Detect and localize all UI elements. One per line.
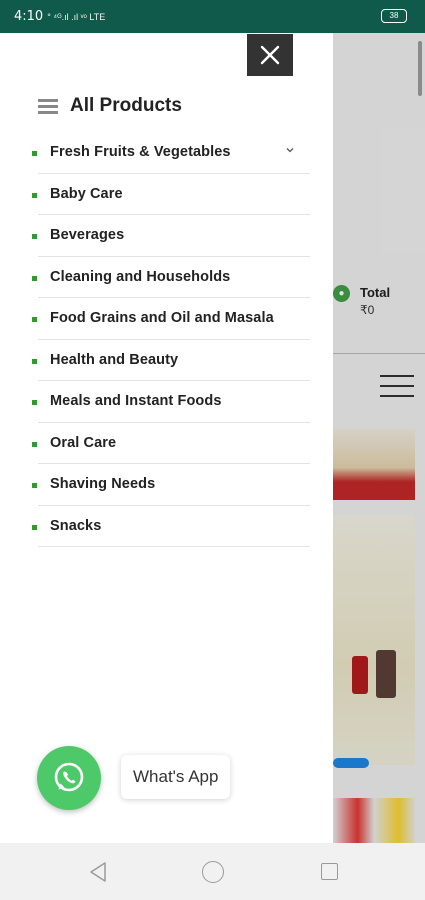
status-network-icons: ° ⁴ᴳ.ıl .ıl ᵛᵒ LTE (47, 11, 106, 22)
category-item-baby-care[interactable]: Baby Care (0, 174, 333, 215)
category-item-health-beauty[interactable]: Health and Beauty (0, 340, 333, 381)
bullet-icon (32, 151, 37, 156)
category-item-beverages[interactable]: Beverages (0, 215, 333, 257)
home-icon[interactable] (202, 861, 224, 883)
bullet-icon (32, 275, 37, 281)
category-item-cleaning-households[interactable]: Cleaning and Households (0, 257, 333, 298)
whatsapp-label[interactable]: What's App (121, 755, 231, 799)
bullet-icon (32, 192, 37, 198)
close-icon (260, 45, 280, 65)
status-time: 4:10 (14, 9, 44, 24)
hamburger-icon (38, 98, 58, 114)
category-label: Cleaning and Households (50, 268, 231, 285)
recent-apps-icon[interactable] (321, 863, 338, 880)
status-bar: 4:10 ° ⁴ᴳ.ıl .ıl ᵛᵒ LTE 38 (0, 0, 425, 33)
category-label: Baby Care (50, 185, 123, 202)
category-label: Meals and Instant Foods (50, 393, 222, 409)
category-item-snacks[interactable]: Snacks (0, 506, 333, 547)
bullet-icon (32, 441, 37, 447)
whatsapp-button[interactable] (37, 746, 101, 810)
system-navigation-bar (0, 843, 425, 900)
bullet-icon (32, 234, 37, 239)
bullet-icon (32, 358, 37, 364)
divider (38, 546, 310, 547)
back-icon[interactable] (88, 861, 108, 883)
close-button[interactable] (247, 34, 293, 76)
bullet-icon (32, 524, 37, 530)
category-item-meals-instant-foods[interactable]: Meals and Instant Foods (0, 381, 333, 423)
category-item-shaving-needs[interactable]: Shaving Needs (0, 464, 333, 506)
drawer-header: All Products (38, 95, 182, 117)
chevron-down-icon[interactable] (284, 144, 296, 156)
category-label: Snacks (50, 517, 102, 534)
category-label: Oral Care (50, 434, 117, 451)
category-label: Health and Beauty (50, 351, 179, 368)
category-item-fresh-fruits-vegetables[interactable]: Fresh Fruits & Vegetables (0, 132, 333, 174)
whatsapp-icon (54, 762, 84, 792)
category-label: Food Grains and Oil and Masala (50, 310, 274, 326)
bullet-icon (32, 317, 37, 322)
battery-icon: 38 (381, 9, 407, 23)
navigation-drawer: All Products Fresh Fruits & Vegetables B… (0, 33, 333, 843)
category-list: Fresh Fruits & Vegetables Baby Care Beve… (0, 132, 333, 547)
category-item-food-grains-oil-masala[interactable]: Food Grains and Oil and Masala (0, 298, 333, 340)
category-label: Beverages (50, 227, 125, 243)
category-item-oral-care[interactable]: Oral Care (0, 423, 333, 464)
bullet-icon (32, 400, 37, 405)
category-label: Shaving Needs (50, 476, 156, 492)
category-label: Fresh Fruits & Vegetables (50, 144, 231, 160)
drawer-title: All Products (70, 95, 182, 116)
bullet-icon (32, 483, 37, 488)
